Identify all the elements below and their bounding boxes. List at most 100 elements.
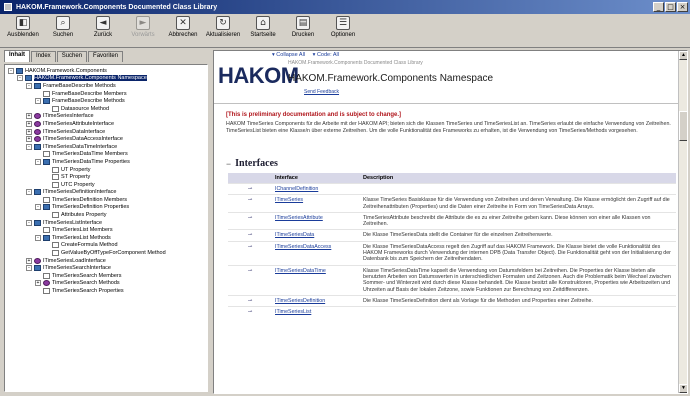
tree-node[interactable]: FrameBaseDescribe Members	[5, 90, 207, 98]
page-icon	[52, 105, 59, 112]
tree-node-label: TimeSeriesList Methods	[52, 234, 111, 241]
tree-node[interactable]: TimeSeriesSearch Properties	[5, 287, 207, 295]
toolbar-button-print[interactable]: ▤ Drucken	[284, 16, 322, 38]
book-icon	[43, 234, 50, 241]
collapse-icon[interactable]: -	[26, 189, 32, 196]
collapse-icon[interactable]: -	[26, 143, 32, 150]
toolbar-button-options[interactable]: ☰ Optionen	[324, 16, 362, 38]
collapse-icon[interactable]: -	[35, 98, 41, 105]
interface-link[interactable]: ITimeSeriesList	[272, 306, 360, 318]
tab-favoriten[interactable]: Favoriten	[88, 51, 124, 62]
tree-node-label: TimeSeriesDefinition Properties	[52, 204, 130, 211]
expand-icon[interactable]: +	[26, 257, 32, 264]
collapse-icon[interactable]: -	[26, 219, 32, 226]
tree-node[interactable]: + ITimeSeriesLoadInterface	[5, 257, 207, 265]
tree-node[interactable]: - ITimeSeriesDataTimeInterface	[5, 143, 207, 151]
interfaces-section-header[interactable]: − Interfaces	[226, 158, 278, 169]
tab-suchen[interactable]: Suchen	[56, 51, 88, 62]
close-button[interactable]: ×	[677, 2, 688, 12]
scroll-thumb[interactable]	[679, 111, 687, 141]
tree-node[interactable]: TimeSeriesList Members	[5, 226, 207, 234]
tree-node[interactable]: + ITimeSeriesDataInterface	[5, 128, 207, 136]
minimize-button[interactable]: _	[653, 2, 664, 12]
interface-icon: ⊸	[228, 294, 272, 307]
expand-icon[interactable]: +	[26, 120, 32, 127]
interface-link[interactable]: ITimeSeries	[272, 194, 360, 213]
tree-node-label: FrameBaseDescribe Members	[52, 90, 127, 97]
tree-node[interactable]: + ITimeSeriesAttributeInterface	[5, 120, 207, 128]
expand-icon[interactable]: +	[35, 280, 41, 287]
column-header-description: Description	[360, 173, 676, 184]
page-icon	[43, 272, 50, 279]
tree-node[interactable]: + ITimeSeriesInterface	[5, 113, 207, 121]
interface-link[interactable]: ITimeSeriesAttribute	[272, 211, 360, 230]
tree-node[interactable]: - ITimeSeriesSearchInterface	[5, 264, 207, 272]
collapse-all-link[interactable]: ▾ Collapse All	[272, 52, 305, 58]
tree-node[interactable]: TimeSeriesSearch Members	[5, 272, 207, 280]
page-icon	[52, 212, 59, 219]
collapse-icon[interactable]: -	[35, 158, 41, 165]
code-filter-link[interactable]: ▾ Code: All	[313, 52, 339, 58]
expand-icon[interactable]: +	[26, 128, 32, 135]
refresh-icon: ↻	[216, 16, 230, 30]
collapse-icon[interactable]: −	[226, 159, 231, 169]
tree-node-label: UT Property	[61, 166, 91, 173]
vertical-scrollbar[interactable]: ▲ ▼	[678, 51, 687, 393]
maximize-button[interactable]: □	[665, 2, 676, 12]
tree-node[interactable]: - TimeSeriesDefinition Properties	[5, 204, 207, 212]
collapse-icon[interactable]: -	[8, 67, 14, 74]
tree-node[interactable]: - FrameBaseDescribe Methods	[5, 97, 207, 105]
options-icon: ☰	[336, 16, 350, 30]
toolbar-button-hide[interactable]: ◧ Ausblenden	[4, 16, 42, 38]
class-icon	[34, 257, 41, 264]
tree-node[interactable]: TimeSeriesDataTime Members	[5, 151, 207, 159]
toolbar-button-refresh[interactable]: ↻ Aktualisieren	[204, 16, 242, 38]
tree-node[interactable]: Attributes Property	[5, 211, 207, 219]
tree-node[interactable]: ST Property	[5, 173, 207, 181]
toolbar-button-back[interactable]: ◄ Zurück	[84, 16, 122, 38]
tree-node[interactable]: + ITimeSeriesDataAccessInterface	[5, 135, 207, 143]
tree-node[interactable]: - HAKOM.Framework.Components Namespace	[5, 75, 207, 83]
tree-node[interactable]: + TimeSeriesSearch Methods	[5, 280, 207, 288]
tree-node[interactable]: GetValueByOffTypeForComponent Method	[5, 249, 207, 257]
tree-node[interactable]: TimeSeriesDefinition Members	[5, 196, 207, 204]
tree-node[interactable]: - TimeSeriesDataTime Properties	[5, 158, 207, 166]
tree-node[interactable]: UTC Property	[5, 181, 207, 189]
tree-node[interactable]: UT Property	[5, 166, 207, 174]
collapse-icon[interactable]: -	[35, 234, 41, 241]
scroll-up-arrow-icon[interactable]: ▲	[679, 51, 687, 60]
contents-tree[interactable]: - HAKOM.Framework.Components - HAKOM.Framew…	[4, 64, 208, 392]
toolbar-button-home[interactable]: ⌂ Startseite	[244, 16, 282, 38]
expand-icon[interactable]: +	[26, 136, 32, 143]
tree-node-label: Datasource Method	[61, 105, 109, 112]
tab-inhalt[interactable]: Inhalt	[4, 50, 30, 62]
toolbar-button-locate[interactable]: ⌕ Suchen	[44, 16, 82, 38]
collapse-icon[interactable]: -	[26, 265, 32, 272]
collapse-icon[interactable]: -	[17, 75, 23, 82]
tree-node[interactable]: - TimeSeriesList Methods	[5, 234, 207, 242]
expand-icon[interactable]: +	[26, 113, 32, 120]
class-icon	[34, 136, 41, 143]
tree-node[interactable]: - FrameBaseDescribe Methods	[5, 82, 207, 90]
interface-link[interactable]: IChannelDefinition	[272, 182, 360, 195]
tree-node[interactable]: - ITimeSeriesListInterface	[5, 219, 207, 227]
window-titlebar: HAKOM.Framework.Components Documented Cl…	[0, 0, 690, 14]
tab-index[interactable]: Index	[31, 51, 56, 62]
send-feedback-link[interactable]: Send Feedback	[304, 89, 339, 95]
interface-link[interactable]: ITimeSeriesDefinition	[272, 294, 360, 307]
interface-link[interactable]: ITimeSeriesDataTime	[272, 264, 360, 296]
toolbar-button-forward[interactable]: ► Vorwärts	[124, 16, 162, 38]
hide-icon: ◧	[16, 16, 30, 30]
interface-link[interactable]: ITimeSeriesDataAccess	[272, 240, 360, 266]
scroll-down-arrow-icon[interactable]: ▼	[679, 384, 687, 393]
collapse-icon[interactable]: -	[35, 204, 41, 211]
tree-node[interactable]: CreateFormula Method	[5, 242, 207, 250]
collapse-icon[interactable]: -	[26, 82, 32, 89]
tree-node[interactable]: Datasource Method	[5, 105, 207, 113]
book-icon	[34, 219, 41, 226]
tree-node[interactable]: - ITimeSeriesDefinitionInterface	[5, 189, 207, 197]
interface-link[interactable]: ITimeSeriesData	[272, 229, 360, 242]
tree-node[interactable]: - HAKOM.Framework.Components	[5, 67, 207, 75]
toolbar-button-stop[interactable]: ✕ Abbrechen	[164, 16, 202, 38]
interface-description: Die Klasse TimeSeriesData stellt die Con…	[360, 229, 676, 242]
